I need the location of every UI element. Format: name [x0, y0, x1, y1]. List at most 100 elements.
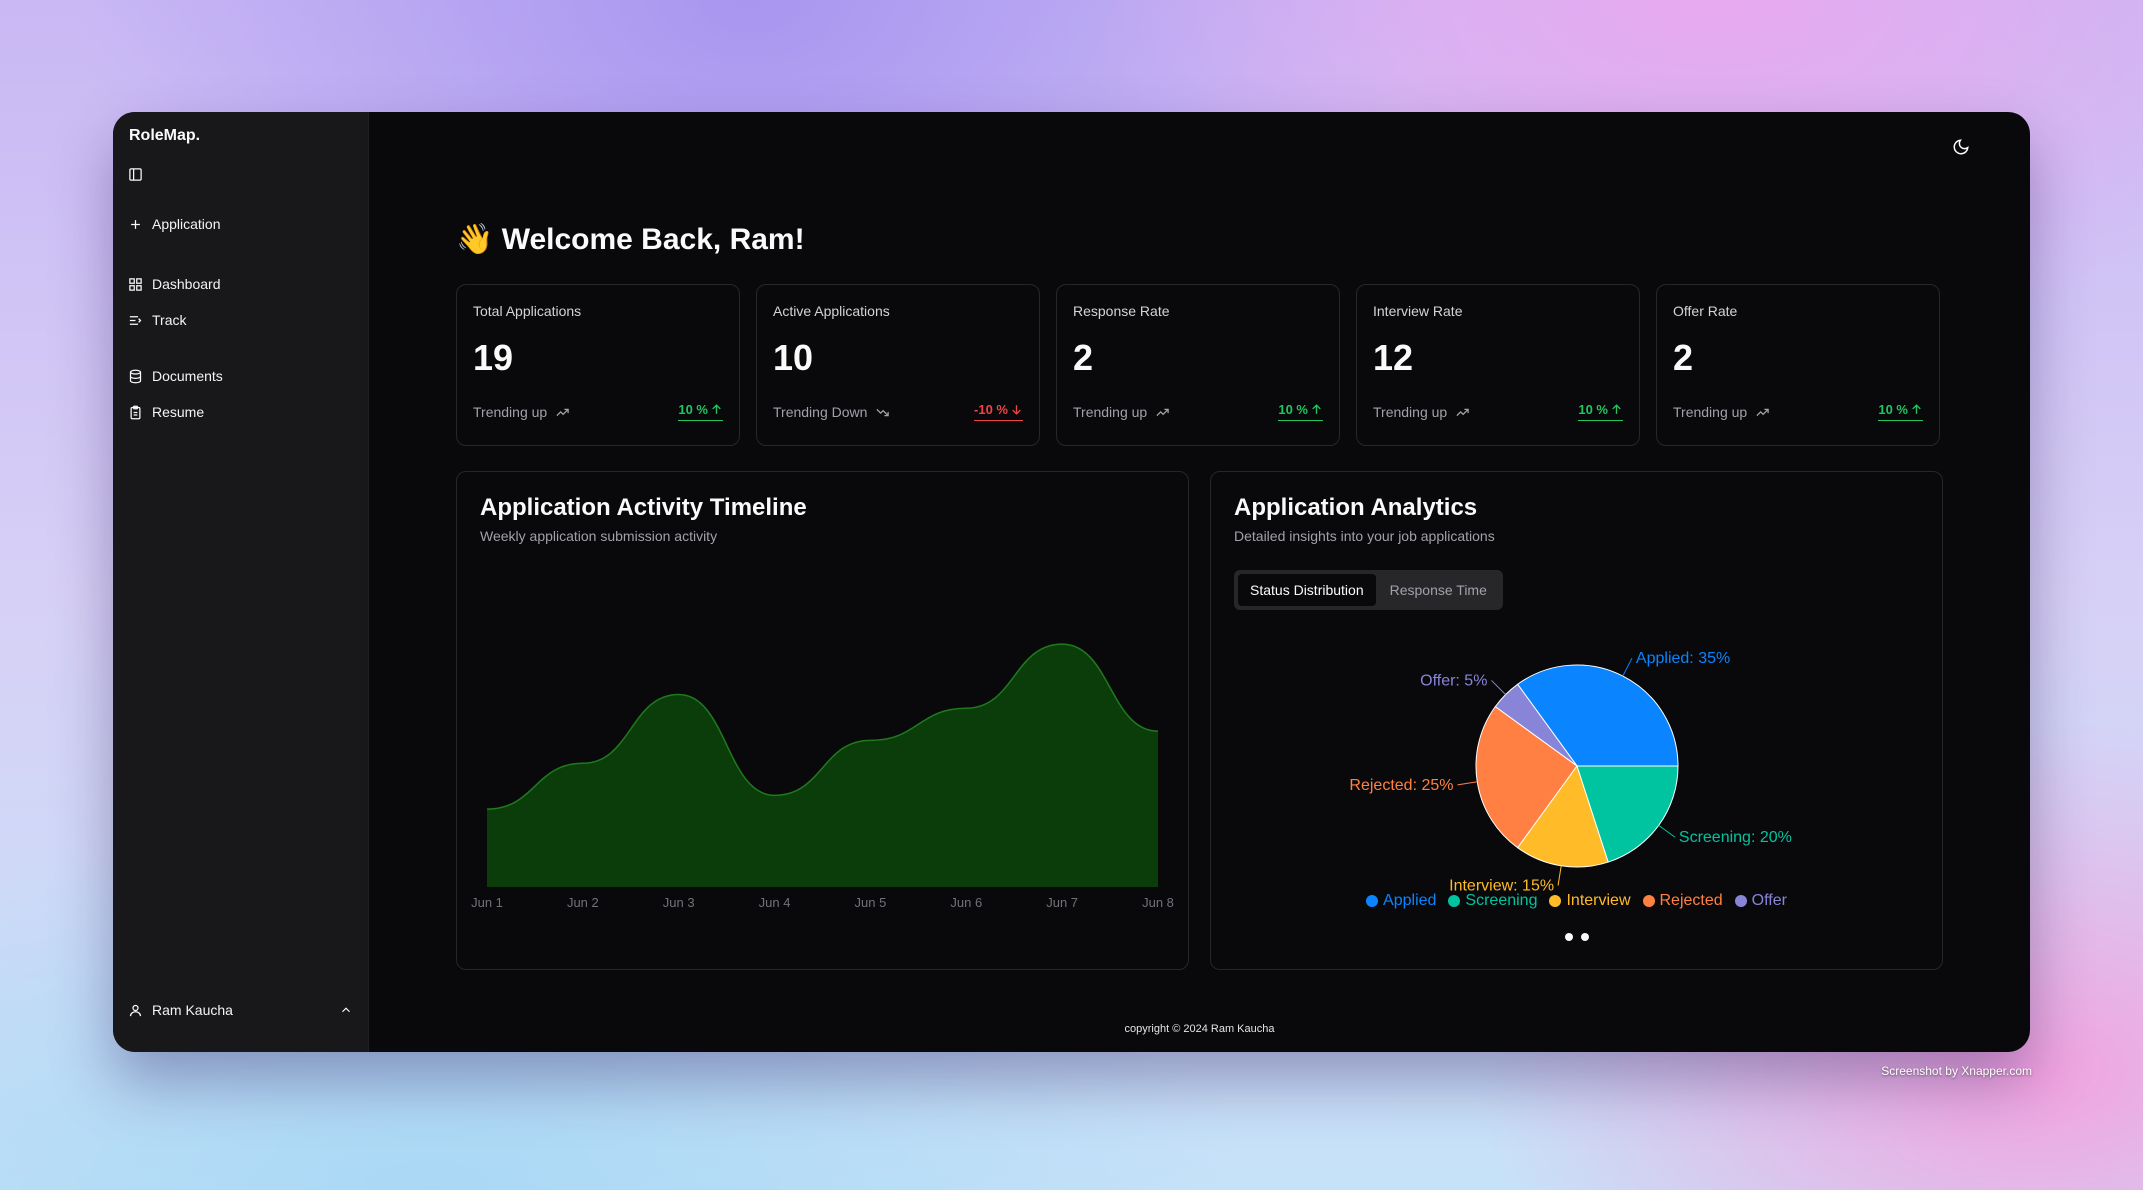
grid-icon — [129, 277, 142, 291]
stat-card-offer-rate: Offer Rate 2 Trending up 10 % — [1656, 284, 1940, 446]
trending-up-icon — [556, 408, 569, 416]
user-menu[interactable]: Ram Kaucha — [128, 1002, 353, 1018]
activity-area-chart: Jun 1 Jun 2 Jun 3 Jun 4 Jun 5 Jun 6 Jun 7 Jun 8 — [471, 643, 1174, 910]
sidebar-item-label: Track — [152, 312, 187, 328]
x-tick-label: Jun 7 — [1046, 895, 1078, 910]
sidebar-item-resume[interactable]: Resume — [128, 402, 204, 422]
stat-trend-label: Trending Down — [773, 404, 868, 420]
sidebar-toggle-icon[interactable] — [128, 167, 143, 182]
stat-trend-label: Trending up — [1673, 404, 1748, 420]
carousel-dot[interactable] — [1580, 933, 1589, 941]
x-tick-label: Jun 3 — [663, 895, 695, 910]
legend-label: Screening — [1465, 892, 1538, 909]
legend-swatch — [1448, 895, 1461, 907]
pie-label-line — [1491, 680, 1506, 695]
stat-trend: Trending up — [1673, 404, 1770, 420]
clipboard-icon — [130, 405, 141, 419]
stat-value: 12 — [1373, 337, 1414, 378]
x-tick-label: Jun 2 — [567, 895, 599, 910]
pie-slice-label: Applied: 35% — [1636, 650, 1730, 667]
x-tick-label: Jun 5 — [855, 895, 887, 910]
stat-label: Active Applications — [773, 303, 890, 319]
carousel-dots — [1211, 933, 1942, 941]
stat-label: Total Applications — [473, 303, 582, 319]
pie-label-line — [1658, 824, 1676, 838]
stat-trend: Trending Down — [773, 404, 890, 420]
stat-change-value: 10 % — [1878, 402, 1908, 417]
stat-card-active-applications: Active Applications 10 Trending Down -10… — [756, 284, 1040, 446]
stat-value: 2 — [1073, 337, 1094, 378]
stat-change-value: -10 % — [974, 402, 1008, 417]
user-name: Ram Kaucha — [152, 1002, 233, 1018]
database-icon — [129, 369, 142, 383]
stat-trend: Trending up — [1073, 404, 1170, 420]
stat-change: 10 % — [1278, 402, 1323, 421]
legend-label: Interview — [1566, 892, 1631, 909]
stat-label: Interview Rate — [1373, 303, 1463, 319]
stat-card-interview-rate: Interview Rate 12 Trending up 10 % — [1356, 284, 1640, 446]
app-window: RoleMap. Application Dashboard Track Doc… — [113, 112, 2030, 1052]
stat-value: 19 — [473, 337, 514, 378]
stat-change-value: 10 % — [1578, 402, 1608, 417]
legend-label: Applied — [1383, 892, 1437, 909]
legend-swatch — [1642, 895, 1655, 907]
sidebar: RoleMap. Application Dashboard Track Doc… — [113, 112, 369, 1052]
brand-logo[interactable]: RoleMap. — [129, 127, 200, 145]
new-application-button[interactable]: Application — [128, 214, 221, 234]
theme-toggle-moon-icon[interactable] — [1952, 138, 1970, 156]
x-tick-label: Jun 6 — [950, 895, 982, 910]
x-tick-label: Jun 4 — [759, 895, 791, 910]
arrow-up-icon — [1312, 404, 1321, 414]
stat-trend-label: Trending up — [1073, 404, 1148, 420]
legend-item[interactable]: Offer — [1734, 892, 1787, 910]
trending-down-icon — [876, 408, 890, 416]
sidebar-item-track[interactable]: Track — [128, 310, 186, 330]
trending-up-icon — [1456, 408, 1469, 416]
stat-card-total-applications: Total Applications 19 Trending up 10 % — [456, 284, 740, 446]
stat-value: 2 — [1673, 337, 1694, 378]
pie-slice-label: Screening: 20% — [1679, 829, 1792, 846]
pie-label-line — [1622, 657, 1633, 677]
user-icon — [129, 1004, 142, 1016]
plus-icon — [131, 219, 140, 229]
main-content: 👋 Welcome Back, Ram! Total Applications … — [369, 112, 2030, 1052]
screenshot-credit: Screenshot by Xnapper.com — [1881, 1064, 2032, 1078]
sidebar-item-dashboard[interactable]: Dashboard — [128, 274, 221, 294]
activity-timeline-panel: Application Activity Timeline Weekly app… — [456, 471, 1189, 970]
stat-label: Offer Rate — [1673, 303, 1738, 319]
legend-swatch — [1366, 895, 1379, 907]
new-application-label: Application — [152, 216, 221, 232]
pie-label-line — [1457, 781, 1478, 786]
legend-swatch — [1734, 895, 1747, 907]
arrow-up-icon — [1912, 404, 1921, 414]
stat-change-value: 10 % — [1278, 402, 1308, 417]
stat-trend-label: Trending up — [473, 404, 548, 420]
arrow-up-icon — [712, 404, 721, 414]
stat-trend: Trending up — [473, 404, 570, 420]
pie-label-line — [1557, 865, 1562, 886]
stat-value: 10 — [773, 337, 814, 378]
stat-change-value: 10 % — [678, 402, 708, 417]
stat-card-response-rate: Response Rate 2 Trending up 10 % — [1056, 284, 1340, 446]
pie-legend: Applied Screening Interview Rejected Offer — [1211, 892, 1942, 910]
legend-item[interactable]: Rejected — [1642, 892, 1723, 910]
stat-change: -10 % — [974, 402, 1023, 421]
stat-trend-label: Trending up — [1373, 404, 1448, 420]
area-fill — [487, 644, 1158, 887]
application-analytics-panel: Application Analytics Detailed insights … — [1210, 471, 1943, 970]
sidebar-item-label: Documents — [152, 368, 223, 384]
legend-item[interactable]: Applied — [1366, 892, 1436, 910]
carousel-dot[interactable] — [1564, 933, 1573, 941]
trending-up-icon — [1756, 408, 1769, 416]
sidebar-item-label: Dashboard — [152, 276, 221, 292]
list-icon — [129, 315, 142, 325]
legend-swatch — [1549, 895, 1562, 907]
arrow-down-icon — [1012, 405, 1021, 415]
x-tick-label: Jun 8 — [1142, 895, 1174, 910]
pie-slice-label: Rejected: 25% — [1349, 777, 1453, 794]
sidebar-item-label: Resume — [152, 404, 205, 420]
legend-item[interactable]: Interview — [1549, 892, 1631, 910]
stat-trend: Trending up — [1373, 404, 1470, 420]
legend-item[interactable]: Screening — [1448, 892, 1537, 910]
sidebar-item-documents[interactable]: Documents — [128, 366, 223, 386]
